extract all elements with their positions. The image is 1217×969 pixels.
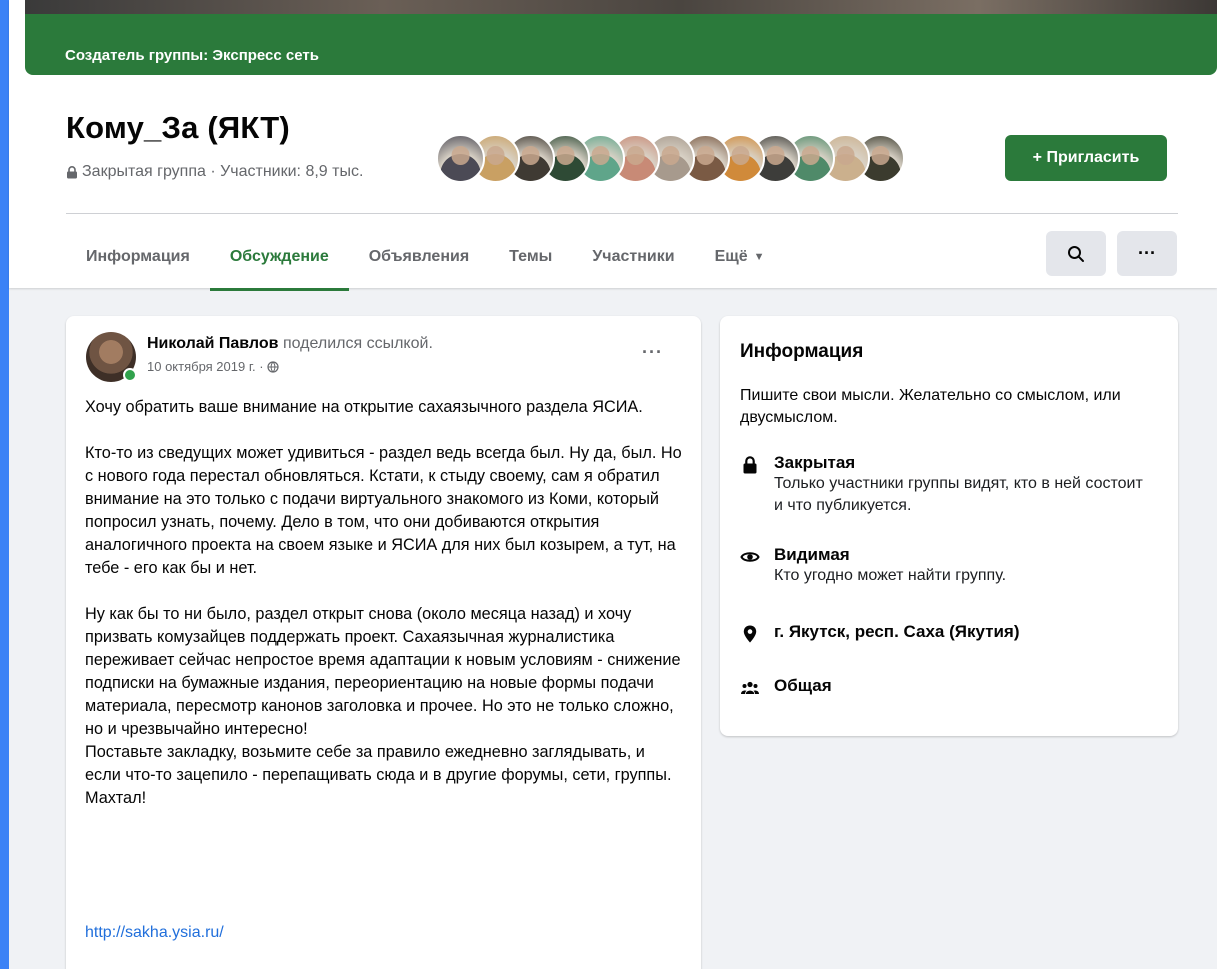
avatar-face [626,145,645,165]
post-paragraph: Хочу обратить ваше внимание на открытие … [85,398,643,416]
tab-label: Обсуждение [229,248,329,265]
avatar-face [661,145,680,165]
globe-icon [266,360,279,373]
avatar-face [591,145,610,165]
author-name[interactable]: Николай Павлов [147,335,279,352]
info-card: Информация Пишите свои мысли. Желательно… [720,316,1178,736]
lock-icon [743,456,757,474]
tab-members[interactable]: Участники [572,226,694,288]
location-text[interactable]: г. Якутск, респ. Саха (Якутия) [774,622,1020,644]
avatar-face [696,145,715,165]
visibility-title: Видимая [774,545,850,564]
avatar-face [521,145,540,165]
avatar-face [766,145,785,165]
post-body: Хочу обратить ваше внимание на открытие … [85,396,685,833]
header-divider [66,213,1178,214]
post-paragraph: Поставьте закладку, возьмите себе за пра… [85,743,672,807]
search-icon [1068,245,1084,262]
avatar-face [801,145,820,165]
tab-more[interactable]: Ещё ▼ [695,226,785,288]
tab-topics[interactable]: Темы [489,226,572,288]
avatar-face [451,145,470,165]
member-avatars[interactable] [436,134,905,184]
post-paragraph: Кто-то из сведущих может удивиться - раз… [85,444,682,577]
privacy-title: Закрытая [774,453,856,472]
invite-button[interactable]: + Пригласить [1005,135,1167,181]
post-date: 10 октября 2019 г. · [147,359,279,374]
info-title: Информация [740,341,864,362]
avatar-face [486,145,505,165]
invite-label: + Пригласить [1032,149,1140,166]
map-pin-icon [743,625,757,643]
visibility-text: Кто угодно может найти группу. [774,567,1007,584]
post-author-line: Николай Павлов поделился ссылкой. [147,335,433,353]
tab-label: Объявления [368,248,470,265]
info-privacy: Закрытая Только участники группы видят, … [740,453,1154,517]
post-card: Николай Павлов поделился ссылкой. 10 окт… [66,316,701,969]
avatar-face [871,145,890,165]
tab-label: Участники [592,248,675,265]
tab-label: Ещё [714,248,748,265]
post-paragraph: Ну как бы то ни было, раздел открыт снов… [85,605,681,738]
left-edge-stripe [0,0,9,969]
avatar-face [556,145,575,165]
tab-label: Информация [86,248,190,265]
member-avatar[interactable] [436,134,485,183]
post-link[interactable]: http://sakha.ysia.ru/ [85,924,224,942]
info-visibility: Видимая Кто угодно может найти группу. [740,545,1154,587]
lock-icon [67,165,77,178]
privacy-text: Только участники группы видят, кто в ней… [774,475,1143,514]
tab-info[interactable]: Информация [66,226,210,288]
info-location: г. Якутск, респ. Саха (Якутия) [740,622,1020,644]
caret-down-icon: ▼ [753,251,765,263]
avatar-face [836,145,855,165]
eye-icon [740,552,760,562]
post-date-text[interactable]: 10 октября 2019 г. · [147,359,264,374]
tab-label: Темы [509,248,553,265]
group-meta: Закрытая группа · Участники: 8,9 тыс. [66,163,363,181]
tab-discussion[interactable]: Обсуждение [209,226,349,291]
group-title[interactable]: Кому_За (ЯКТ) [66,110,290,146]
info-description: Пишите свои мысли. Желательно со смыслом… [740,387,1121,426]
author-action: поделился ссылкой. [282,335,433,352]
group-people-icon [741,681,759,694]
info-type: Общая [740,676,832,698]
creator-text: Создатель группы: Экспресс сеть [65,47,319,64]
search-button[interactable] [1046,231,1106,276]
more-dots-icon: ··· [1138,243,1156,263]
group-meta-text: Закрытая группа · Участники: 8,9 тыс. [82,163,364,180]
more-options-button[interactable]: ··· [1117,231,1177,276]
group-type-text: Общая [774,676,832,695]
post-options-button[interactable]: ··· [642,342,663,363]
tab-announcements[interactable]: Объявления [349,226,489,288]
group-tabs: Информация Обсуждение Объявления Темы Уч… [66,226,785,291]
online-status-dot [123,368,137,382]
avatar-face [731,145,750,165]
creator-banner: Создатель группы: Экспресс сеть [25,14,1217,75]
